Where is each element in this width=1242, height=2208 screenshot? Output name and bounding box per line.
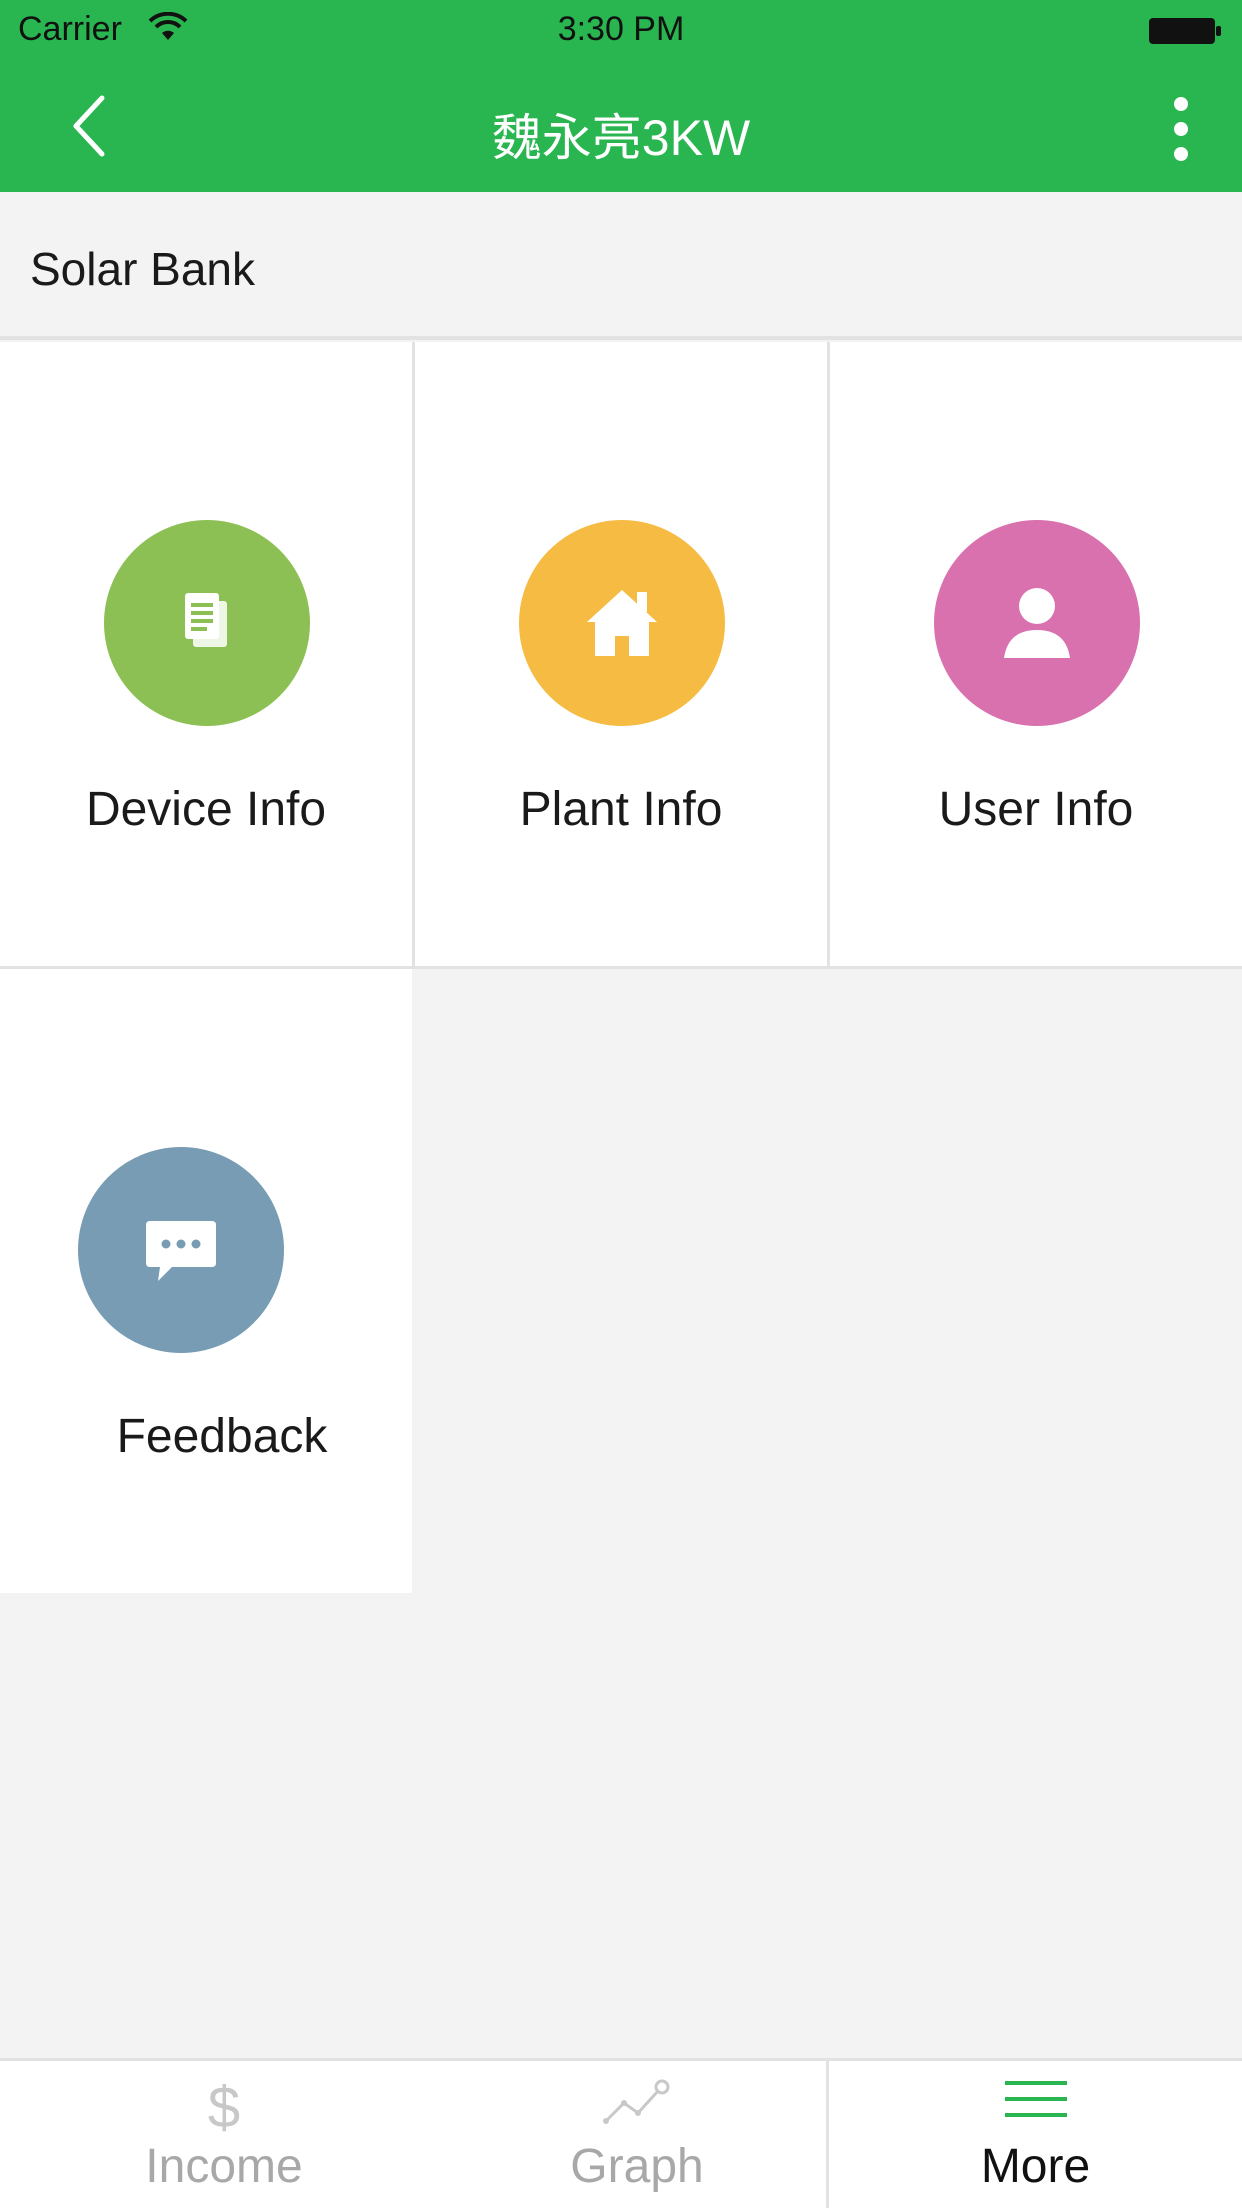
battery-icon: [1149, 18, 1221, 44]
tab-income[interactable]: $ Income: [0, 2061, 448, 2208]
user-info-icon-circle: [934, 520, 1140, 726]
user-info-tile[interactable]: User Info: [830, 342, 1242, 966]
tab-more-label: More: [980, 2140, 1091, 2193]
line-chart-icon: [603, 2079, 670, 2124]
user-icon: [1004, 588, 1070, 658]
device-info-label: Device Info: [85, 783, 327, 836]
more-options-button[interactable]: [1156, 96, 1206, 162]
plant-info-tile[interactable]: Plant Info: [415, 342, 827, 966]
user-info-label: User Info: [938, 783, 1134, 836]
grid-divider: [0, 966, 1242, 969]
document-icon: [185, 593, 227, 647]
menu-grid: Device Info Plant Info User Info Feedbac…: [0, 342, 1242, 1593]
menu-icon: [1004, 2081, 1067, 2117]
svg-text:$: $: [208, 2075, 240, 2135]
grid-divider: [412, 342, 415, 966]
feedback-icon-circle: [78, 1147, 284, 1353]
grid-divider: [827, 342, 830, 966]
tab-bar: $ Income Graph More: [0, 2058, 1242, 2208]
device-info-tile[interactable]: Device Info: [0, 342, 412, 966]
feedback-tile[interactable]: Feedback: [0, 969, 412, 1593]
nav-bar: 魏永亮3KW: [0, 60, 1242, 192]
section-title: Solar Bank: [30, 243, 256, 295]
tab-graph[interactable]: Graph: [448, 2061, 826, 2208]
plant-info-icon-circle: [519, 520, 725, 726]
chat-bubble-icon: [146, 1221, 216, 1281]
device-info-icon-circle: [104, 520, 310, 726]
home-icon: [587, 590, 657, 656]
section-header: Solar Bank: [0, 192, 1242, 340]
tab-more[interactable]: More: [829, 2061, 1242, 2208]
page-title: 魏永亮3KW: [491, 110, 751, 166]
feedback-label: Feedback: [116, 1410, 328, 1463]
dollar-icon: $: [208, 2075, 240, 2135]
tab-graph-label: Graph: [570, 2140, 704, 2193]
plant-info-label: Plant Info: [519, 783, 723, 836]
status-bar: Carrier 3:30 PM: [0, 0, 1242, 60]
tab-income-label: Income: [145, 2140, 303, 2193]
vertical-ellipsis-icon: [1174, 97, 1188, 161]
status-time: 3:30 PM: [557, 10, 685, 48]
